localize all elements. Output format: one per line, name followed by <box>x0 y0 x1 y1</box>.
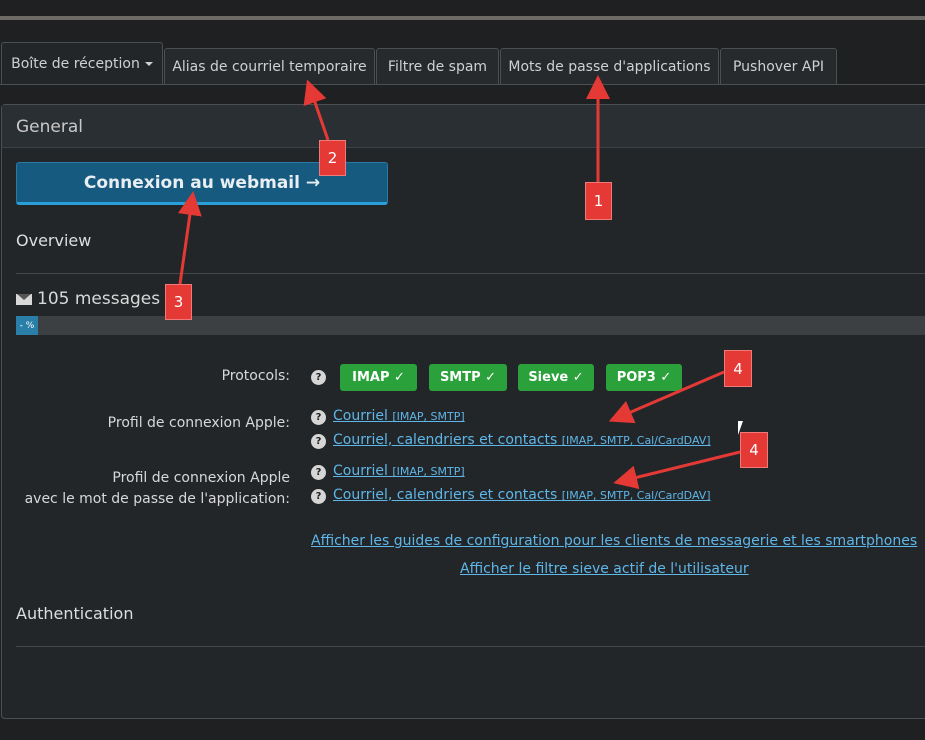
apple-profile-label: Profil de connexion Apple: <box>107 415 290 431</box>
link-tags: [IMAP, SMTP] <box>392 410 465 423</box>
envelope-icon <box>16 293 32 305</box>
badge-smtp: SMTP ✓ <box>429 364 507 391</box>
chevron-down-icon[interactable] <box>144 62 153 66</box>
badge-imap: IMAP ✓ <box>340 364 417 391</box>
annotation-marker-4b: 4 <box>740 432 768 468</box>
divider <box>16 273 925 274</box>
tab-pushover[interactable]: Pushover API <box>720 48 837 84</box>
messages-count: 105 messages <box>16 289 160 309</box>
link-tags: [IMAP, SMTP, Cal/CardDAV] <box>561 434 711 447</box>
tab-label: Filtre de spam <box>387 58 488 75</box>
link-tags: [IMAP, SMTP] <box>392 465 465 478</box>
tabs-divider <box>0 84 925 85</box>
mouse-cursor-icon <box>738 421 743 435</box>
apple-profile-mail-link[interactable]: Courriel [IMAP, SMTP] <box>333 408 465 424</box>
link-text: Courriel, calendriers et contacts <box>333 432 558 448</box>
protocols-label: Protocols: <box>221 368 290 384</box>
annotation-marker-2: 2 <box>319 140 346 176</box>
sieve-filter-link[interactable]: Afficher le filtre sieve actif de l'util… <box>460 561 749 577</box>
tab-inbox[interactable]: Boîte de réception <box>1 42 163 85</box>
help-icon[interactable]: ? <box>311 434 326 449</box>
link-text: Courriel <box>333 463 388 479</box>
quota-progress-bar: - % <box>16 316 925 335</box>
tab-label: Alias de courriel temporaire <box>172 58 367 75</box>
config-guides-link[interactable]: Afficher les guides de configuration pou… <box>311 533 917 549</box>
apple-profile-full-link[interactable]: Courriel, calendriers et contacts [IMAP,… <box>333 432 711 448</box>
annotation-marker-3: 3 <box>165 284 192 320</box>
panel-header: General <box>2 105 925 148</box>
annotation-marker-4a: 4 <box>724 350 752 387</box>
tab-temp-alias[interactable]: Alias de courriel temporaire <box>164 48 375 84</box>
quota-progress-label: - % <box>19 320 35 331</box>
help-icon[interactable]: ? <box>311 489 326 504</box>
badge-pop3: POP3 ✓ <box>606 364 682 391</box>
panel-title: General <box>16 117 83 137</box>
help-icon[interactable]: ? <box>311 410 326 425</box>
overview-title: Overview <box>16 231 92 250</box>
link-text: Courriel, calendriers et contacts <box>333 487 558 503</box>
top-bar <box>0 16 925 20</box>
tab-bar: Boîte de réception Alias de courriel tem… <box>0 42 925 85</box>
badge-sieve: Sieve ✓ <box>518 364 594 391</box>
link-text: Courriel <box>333 408 388 424</box>
apple-app-profile-full-link[interactable]: Courriel, calendriers et contacts [IMAP,… <box>333 487 711 503</box>
messages-count-text: 105 messages <box>37 289 161 309</box>
apple-app-profile-label-2: avec le mot de passe de l'application: <box>24 491 290 507</box>
tab-label: Boîte de réception <box>11 56 140 72</box>
tab-spam-filter[interactable]: Filtre de spam <box>376 48 499 84</box>
tab-label: Pushover API <box>732 58 825 75</box>
divider <box>16 646 925 647</box>
authentication-title: Authentication <box>16 604 134 623</box>
quota-progress-fill: - % <box>16 316 38 335</box>
apple-app-profile-label-1: Profil de connexion Apple <box>112 470 290 486</box>
help-icon[interactable]: ? <box>311 370 326 385</box>
help-icon[interactable]: ? <box>311 465 326 480</box>
tab-app-passwords[interactable]: Mots de passe d'applications <box>500 48 719 84</box>
apple-app-profile-mail-link[interactable]: Courriel [IMAP, SMTP] <box>333 463 465 479</box>
link-tags: [IMAP, SMTP, Cal/CardDAV] <box>561 489 711 502</box>
tab-label: Mots de passe d'applications <box>508 58 711 75</box>
annotation-marker-1: 1 <box>585 182 612 220</box>
